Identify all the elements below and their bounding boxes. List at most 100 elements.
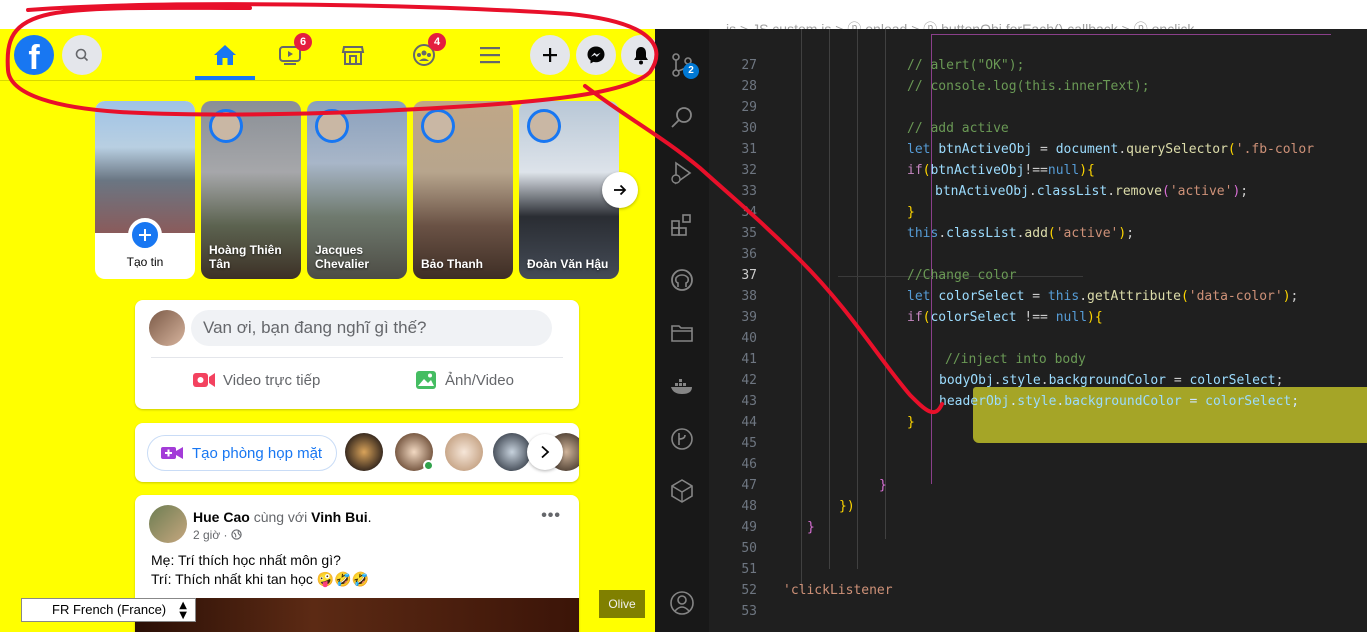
messenger-icon (587, 46, 605, 64)
nav-home[interactable] (205, 37, 245, 73)
github-button[interactable] (668, 266, 696, 294)
code-line: } (907, 205, 915, 220)
post-with: cùng với (253, 509, 308, 525)
live-video-button[interactable]: Video trực tiếp (191, 370, 320, 390)
nav-groups[interactable]: 4 (404, 33, 446, 73)
arrow-right-icon (614, 184, 627, 196)
line-number: 49 (741, 520, 757, 535)
extensions-button[interactable] (668, 211, 696, 239)
facebook-page: f 6 4 Tạo tin Hoàng Thiên Tân Jacques Ch… (0, 29, 655, 632)
account-button[interactable] (668, 589, 696, 617)
online-status (423, 460, 434, 471)
run-debug-button[interactable] (668, 159, 696, 187)
plus-icon (543, 48, 557, 62)
nav-watch[interactable]: 6 (270, 33, 312, 73)
user-avatar[interactable] (149, 310, 185, 346)
docker-button[interactable] (668, 372, 696, 400)
git-graph-button[interactable] (668, 425, 696, 453)
story-create-photo (95, 101, 195, 233)
indent-guide (829, 29, 830, 569)
story-card[interactable]: Bảo Thanh (413, 101, 513, 279)
select-arrows-icon: ▲ ▼ (179, 600, 187, 621)
story-name: Hoàng Thiên Tân (209, 243, 282, 271)
line-number: 52 (741, 583, 757, 598)
create-button[interactable] (530, 35, 570, 75)
olive-color-button[interactable]: Olive (599, 590, 645, 618)
code-line: //inject into body (945, 352, 1086, 367)
create-room-label: Tạo phòng họp mặt (192, 444, 323, 462)
line-number: 50 (741, 541, 757, 556)
contact-avatar[interactable] (445, 433, 483, 471)
post-tagged[interactable]: Vinh Bui (311, 509, 368, 525)
home-icon (214, 45, 236, 65)
code-line: headerObj.style.backgroundColor = colorS… (939, 394, 1300, 409)
code-line: } (879, 478, 887, 493)
watch-badge: 6 (294, 33, 312, 51)
contact-avatar[interactable] (493, 433, 531, 471)
search-button[interactable] (62, 35, 102, 75)
story-create[interactable]: Tạo tin (95, 101, 195, 279)
contact-avatar[interactable] (395, 433, 434, 471)
facebook-logo[interactable]: f (14, 35, 54, 75)
folder-icon (671, 325, 693, 342)
post-image[interactable] (135, 598, 579, 632)
story-name: Đoàn Văn Hậu (527, 257, 609, 271)
composer-input[interactable]: Van ơi, bạn đang nghĩ gì thế? (191, 310, 552, 346)
rooms-next-button[interactable] (527, 434, 563, 470)
post-card: Hue Cao cùng với Vinh Bui. 2 giờ · ••• M… (135, 495, 579, 632)
line-number: 39 (741, 310, 757, 325)
remote-explorer-button[interactable] (668, 477, 696, 505)
search-panel-button[interactable] (668, 104, 696, 132)
stories-next-button[interactable] (602, 172, 638, 208)
line-number: 34 (741, 205, 757, 220)
post-meta: 2 giờ · (193, 528, 242, 542)
explorer-button[interactable] (668, 319, 696, 347)
create-room-button[interactable]: Tạo phòng họp mặt (147, 435, 338, 471)
contact-avatar[interactable] (345, 433, 383, 471)
line-number: 44 (741, 415, 757, 430)
post-line: Mẹ: Trí thích học nhất môn gì? (151, 552, 341, 568)
code-line: bodyObj.style.backgroundColor = colorSel… (939, 373, 1284, 388)
post-text: Mẹ: Trí thích học nhất môn gì? Trí: Thíc… (151, 551, 369, 589)
code-line: } (807, 520, 815, 535)
post-more-button[interactable]: ••• (541, 507, 561, 525)
story-avatar (209, 109, 243, 143)
post-author-avatar[interactable] (149, 505, 187, 543)
indent-guide (801, 29, 802, 589)
search-icon (75, 48, 89, 62)
code-line: 'clickListener (783, 583, 893, 598)
code-line: if(colorSelect !== null){ (907, 310, 1103, 325)
notifications-button[interactable] (621, 35, 655, 75)
language-select[interactable]: FR French (France) ▲ ▼ (21, 598, 196, 622)
line-number: 27 (741, 58, 757, 73)
line-number: 51 (741, 562, 757, 577)
source-control-badge: 2 (683, 63, 699, 79)
code-editor[interactable]: 27 28 29 30 31 32 33 34 35 36 37 38 39 4… (709, 29, 1367, 632)
nav-marketplace[interactable] (333, 37, 373, 73)
hamburger-icon (480, 47, 500, 64)
account-icon (670, 591, 694, 615)
language-select-value: FR French (France) (52, 602, 167, 617)
story-card[interactable]: Jacques Chevalier (307, 101, 407, 279)
story-create-plus[interactable] (128, 218, 162, 252)
code-line: this.classList.add('active'); (907, 226, 1135, 241)
code-line: //Change color (907, 268, 1017, 283)
story-card[interactable]: Hoàng Thiên Tân (201, 101, 301, 279)
code-line: // console.log(this.innerText); (907, 79, 1150, 94)
photo-video-button[interactable]: Ảnh/Video (413, 370, 514, 390)
nav-menu[interactable] (470, 37, 510, 73)
post-time[interactable]: 2 giờ · (193, 528, 231, 542)
story-avatar (421, 109, 455, 143)
post-author[interactable]: Hue Cao (193, 509, 250, 525)
groups-badge: 4 (428, 33, 446, 51)
extensions-icon (671, 214, 691, 236)
rooms-card: Tạo phòng họp mặt (135, 423, 579, 482)
code-line: } (907, 415, 915, 430)
marketplace-icon (341, 46, 365, 65)
line-number: 37 (741, 268, 757, 283)
chevron-right-icon (541, 445, 550, 459)
video-plus-icon (161, 447, 183, 459)
story-name: Bảo Thanh (421, 257, 483, 271)
messenger-button[interactable] (576, 35, 616, 75)
post-header: Hue Cao cùng với Vinh Bui. (193, 509, 372, 525)
